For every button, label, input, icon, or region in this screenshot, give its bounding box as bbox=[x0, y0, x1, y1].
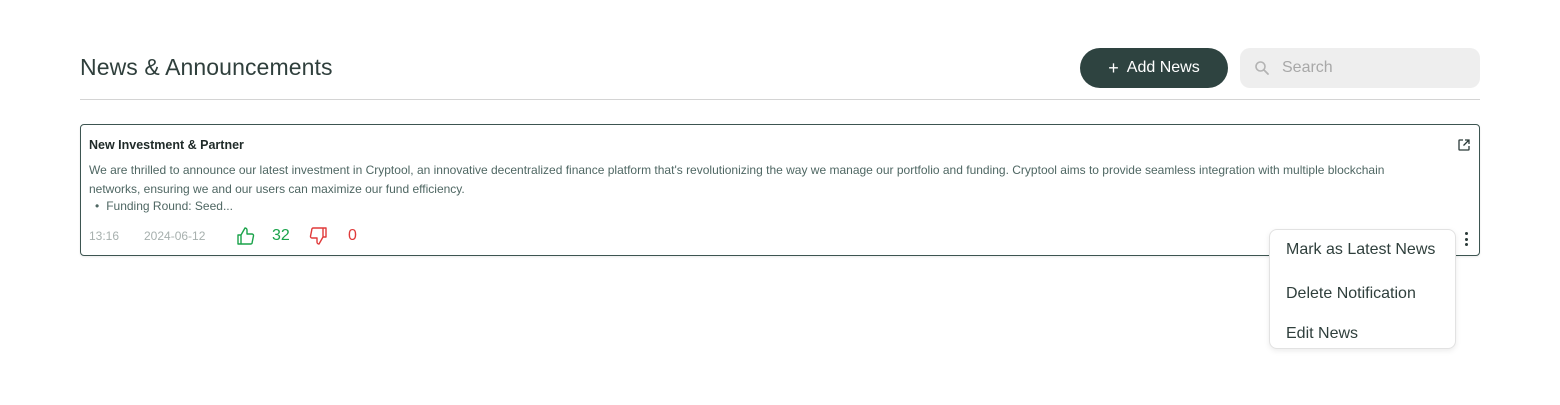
thumbs-up-icon[interactable] bbox=[236, 226, 256, 246]
header-divider bbox=[80, 99, 1480, 100]
open-external-icon[interactable] bbox=[1457, 138, 1471, 152]
news-time: 13:16 bbox=[89, 229, 120, 243]
add-news-label: Add News bbox=[1126, 59, 1200, 76]
dislike-count: 0 bbox=[348, 227, 357, 244]
news-context-menu: Mark as Latest News Delete Notification … bbox=[1269, 229, 1456, 349]
more-options-icon[interactable] bbox=[1461, 231, 1471, 247]
thumbs-down-icon[interactable] bbox=[308, 226, 328, 246]
search-box[interactable] bbox=[1240, 48, 1480, 88]
delete-notification-menu-item[interactable]: Delete Notification bbox=[1270, 274, 1455, 314]
plus-icon: + bbox=[1108, 58, 1119, 78]
like-count: 32 bbox=[272, 227, 290, 244]
news-title: New Investment & Partner bbox=[89, 138, 244, 152]
page-header: News & Announcements + Add News bbox=[80, 48, 1480, 88]
add-news-button[interactable]: + Add News bbox=[1080, 48, 1228, 88]
news-meta: 13:16 2024-06-12 32 0 bbox=[89, 225, 357, 247]
news-body: We are thrilled to announce our latest i… bbox=[89, 163, 1385, 196]
page-title: News & Announcements bbox=[80, 54, 333, 80]
news-date: 2024-06-12 bbox=[144, 229, 206, 243]
mark-latest-menu-item[interactable]: Mark as Latest News bbox=[1270, 238, 1455, 262]
news-bullet: Funding Round: Seed... bbox=[95, 199, 233, 213]
edit-news-menu-item[interactable]: Edit News bbox=[1270, 314, 1455, 354]
search-input[interactable] bbox=[1282, 59, 1472, 77]
search-icon bbox=[1255, 61, 1269, 75]
